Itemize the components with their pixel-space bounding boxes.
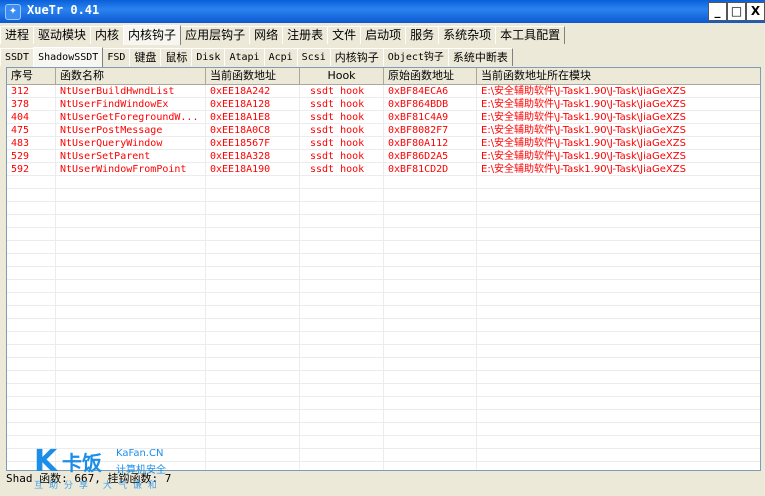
cell-hook-type: ssdt hook: [310, 138, 365, 149]
cell-original-address: 0xBF84ECA6: [388, 86, 449, 97]
tab-driver-modules[interactable]: 驱动模块: [33, 26, 92, 44]
tab-startup[interactable]: 启动项: [360, 26, 407, 44]
cell-module-path: E:\安全辅助软件\J-Task1.90\J-Task\JiaGeXZS: [481, 86, 686, 97]
cell-hook-type: ssdt hook: [310, 125, 365, 136]
cell-original-address: 0xBF81C4A9: [388, 112, 449, 123]
kafan-logo-icon: K: [34, 444, 58, 479]
cell-current-address: 0xEE18A242: [210, 86, 271, 97]
table-header: 序号 函数名称 当前函数地址 Hook 原始函数地址 当前函数地址所在模块: [7, 68, 760, 85]
cell-function-name: NtUserQueryWindow: [60, 138, 163, 149]
cell-module-path: E:\安全辅助软件\J-Task1.90\J-Task\JiaGeXZS: [481, 138, 686, 149]
table-row[interactable]: 483 NtUserQueryWindow 0xEE18567F ssdt ho…: [7, 137, 760, 150]
subtab-fsd[interactable]: FSD: [102, 48, 131, 66]
cell-function-name: NtUserFindWindowEx: [60, 99, 169, 110]
subtab-ssdt[interactable]: SSDT: [0, 48, 35, 66]
cell-original-address: 0xBF8082F7: [388, 125, 449, 136]
cell-original-address: 0xBF80A112: [388, 138, 449, 149]
maximize-button[interactable]: □: [727, 2, 746, 21]
window-title: XueTr 0.41: [27, 3, 100, 17]
cell-original-address: 0xBF81CD2D: [388, 164, 449, 175]
cell-index: 378: [11, 99, 30, 110]
tab-files[interactable]: 文件: [327, 26, 362, 44]
cell-function-name: NtUserGetForegroundW...: [60, 112, 199, 123]
cell-index: 529: [11, 151, 30, 162]
tab-registry[interactable]: 注册表: [282, 26, 329, 44]
cell-index: 404: [11, 112, 30, 123]
tab-system-misc[interactable]: 系统杂项: [438, 26, 497, 44]
main-tab-bar: 进程 驱动模块 内核 内核钩子 应用层钩子 网络 注册表 文件 启动项 服务 系统杂项 本工具配置: [0, 24, 566, 45]
subtab-disk[interactable]: Disk: [191, 48, 226, 66]
cell-hook-type: ssdt hook: [310, 164, 365, 175]
tab-kernel-hooks[interactable]: 内核钩子: [123, 25, 182, 45]
cell-index: 592: [11, 164, 30, 175]
cell-index: 483: [11, 138, 30, 149]
subtab-shadowssdt[interactable]: ShadowSSDT: [33, 47, 104, 67]
subtab-interrupt-table[interactable]: 系统中断表: [447, 48, 513, 66]
cell-current-address: 0xEE18A190: [210, 164, 271, 175]
column-header-function-name[interactable]: 函数名称: [56, 68, 206, 84]
table-row[interactable]: 529 NtUserSetParent 0xEE18A328 ssdt hook…: [7, 150, 760, 163]
app-icon: ✦: [5, 4, 21, 20]
hooks-table[interactable]: 序号 函数名称 当前函数地址 Hook 原始函数地址 当前函数地址所在模块 31…: [6, 67, 761, 471]
cell-hook-type: ssdt hook: [310, 86, 365, 97]
column-header-current-address[interactable]: 当前函数地址: [206, 68, 300, 84]
cell-function-name: NtUserSetParent: [60, 151, 151, 162]
cell-current-address: 0xEE18A1E8: [210, 112, 271, 123]
table-row[interactable]: 592 NtUserWindowFromPoint 0xEE18A190 ssd…: [7, 163, 760, 176]
cell-module-path: E:\安全辅助软件\J-Task1.90\J-Task\JiaGeXZS: [481, 112, 686, 123]
cell-current-address: 0xEE18A0C8: [210, 125, 271, 136]
tab-process[interactable]: 进程: [0, 26, 35, 44]
cell-function-name: NtUserWindowFromPoint: [60, 164, 187, 175]
cell-module-path: E:\安全辅助软件\J-Task1.90\J-Task\JiaGeXZS: [481, 99, 686, 110]
cell-index: 475: [11, 125, 30, 136]
tab-network[interactable]: 网络: [249, 26, 284, 44]
column-header-original-address[interactable]: 原始函数地址: [384, 68, 477, 84]
subtab-atapi[interactable]: Atapi: [224, 48, 265, 66]
table-row[interactable]: 312 NtUserBuildHwndList 0xEE18A242 ssdt …: [7, 85, 760, 98]
cell-function-name: NtUserBuildHwndList: [60, 86, 175, 97]
tab-tool-config[interactable]: 本工具配置: [495, 26, 566, 44]
watermark-subtitle: 计算机安全: [116, 465, 166, 476]
tab-kernel[interactable]: 内核: [90, 26, 125, 44]
cell-index: 312: [11, 86, 30, 97]
subtab-mouse[interactable]: 鼠标: [160, 48, 193, 66]
cell-current-address: 0xEE18A128: [210, 99, 271, 110]
column-header-hook[interactable]: Hook: [300, 68, 384, 84]
subtab-keyboard[interactable]: 键盘: [129, 48, 162, 66]
watermark-site: KaFan.CN: [116, 448, 164, 459]
minimize-button[interactable]: _: [708, 2, 727, 21]
subtab-kernel-hooks[interactable]: 内核钩子: [329, 48, 384, 66]
subtab-scsi[interactable]: Scsi: [296, 48, 331, 66]
table-row[interactable]: 475 NtUserPostMessage 0xEE18A0C8 ssdt ho…: [7, 124, 760, 137]
kafan-watermark: K 卡饭 KaFan.CN 计算机安全 互助分享 大气谦和: [34, 447, 184, 493]
cell-current-address: 0xEE18567F: [210, 138, 271, 149]
cell-original-address: 0xBF864BDB: [388, 99, 449, 110]
cell-module-path: E:\安全辅助软件\J-Task1.90\J-Task\JiaGeXZS: [481, 151, 686, 162]
cell-hook-type: ssdt hook: [310, 99, 365, 110]
close-button[interactable]: X: [746, 2, 765, 21]
tab-services[interactable]: 服务: [405, 26, 440, 44]
tab-user-hooks[interactable]: 应用层钩子: [180, 26, 251, 44]
cell-module-path: E:\安全辅助软件\J-Task1.90\J-Task\JiaGeXZS: [481, 164, 686, 175]
cell-original-address: 0xBF86D2A5: [388, 151, 449, 162]
cell-module-path: E:\安全辅助软件\J-Task1.90\J-Task\JiaGeXZS: [481, 125, 686, 136]
table-row[interactable]: 378 NtUserFindWindowEx 0xEE18A128 ssdt h…: [7, 98, 760, 111]
table-row[interactable]: 404 NtUserGetForegroundW... 0xEE18A1E8 s…: [7, 111, 760, 124]
cell-function-name: NtUserPostMessage: [60, 125, 163, 136]
subtab-acpi[interactable]: Acpi: [263, 48, 298, 66]
cell-hook-type: ssdt hook: [310, 151, 365, 162]
column-header-index[interactable]: 序号: [7, 68, 56, 84]
subtab-object-hooks[interactable]: Object钩子: [382, 48, 449, 66]
sub-tab-bar: SSDT ShadowSSDT FSD 键盘 鼠标 Disk Atapi Acpi Scsi 内核…: [0, 46, 513, 67]
cell-current-address: 0xEE18A328: [210, 151, 271, 162]
watermark-slogan: 互助分享 大气谦和: [34, 481, 163, 491]
title-bar: ✦ XueTr 0.41 _ □ X: [0, 0, 765, 23]
watermark-brand: 卡饭: [62, 451, 102, 475]
column-header-module[interactable]: 当前函数地址所在模块: [477, 68, 760, 84]
cell-hook-type: ssdt hook: [310, 112, 365, 123]
